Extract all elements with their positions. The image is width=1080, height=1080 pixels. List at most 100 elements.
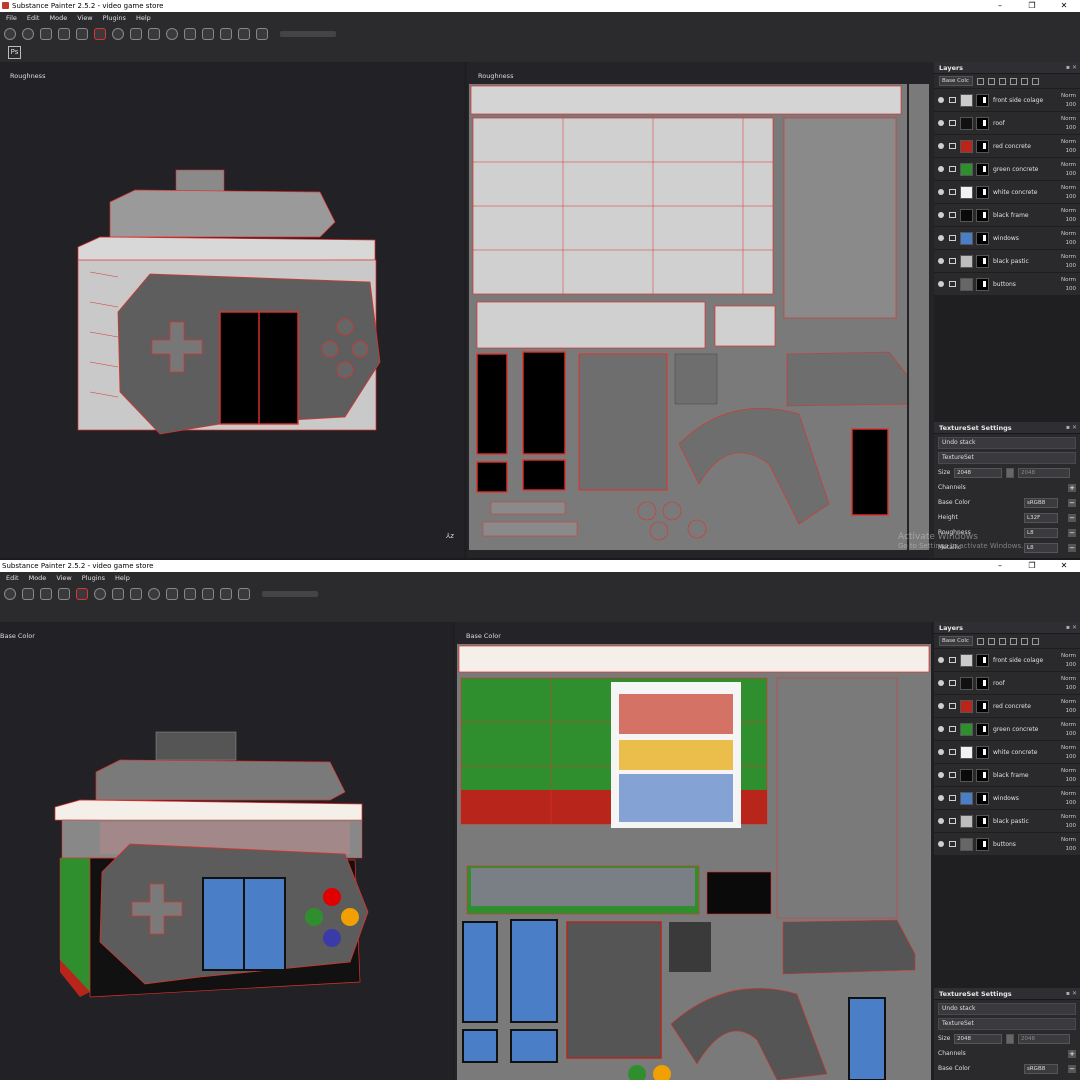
channel-format-select[interactable]: L8 (1024, 527, 1058, 538)
layer-mask-thumbnail[interactable] (976, 231, 989, 245)
layer-mask-thumbnail[interactable] (976, 653, 989, 667)
layer-blend-opacity[interactable]: Norm 100 (1061, 790, 1076, 808)
layer-blend-opacity[interactable]: Norm 100 (1061, 138, 1076, 156)
cube-icon[interactable] (238, 28, 250, 40)
layer-mask-thumbnail[interactable] (976, 116, 989, 130)
layer-row[interactable]: green concrete Norm 100 (934, 157, 1080, 180)
visibility-eye-icon[interactable] (938, 120, 944, 126)
viewport-2d[interactable]: Roughness (467, 62, 934, 558)
visibility-eye-icon[interactable] (938, 703, 944, 709)
smudge-icon[interactable] (112, 28, 124, 40)
add-mask-icon[interactable] (999, 77, 1006, 85)
remove-channel-icon[interactable]: − (1068, 513, 1076, 522)
visibility-eye-icon[interactable] (938, 258, 944, 264)
layer-mask-thumbnail[interactable] (976, 722, 989, 736)
mirror-icon[interactable] (166, 588, 178, 600)
layer-blend-opacity[interactable]: Norm 100 (1061, 744, 1076, 762)
visibility-eye-icon[interactable] (938, 97, 944, 103)
picker-icon[interactable] (148, 28, 160, 40)
add-folder-icon[interactable] (1021, 77, 1028, 85)
layer-mask-thumbnail[interactable] (976, 745, 989, 759)
add-mask-icon[interactable] (999, 637, 1006, 645)
layer-mask-thumbnail[interactable] (976, 814, 989, 828)
layer-row[interactable]: front side colage Norm 100 (934, 88, 1080, 111)
brush-size-slider[interactable] (280, 31, 336, 37)
layer-blend-opacity[interactable]: Norm 100 (1061, 207, 1076, 225)
layer-mask-thumbnail[interactable] (976, 837, 989, 851)
viewport-2d[interactable]: Base Color (455, 622, 931, 1080)
symmetry-icon[interactable] (148, 588, 160, 600)
visibility-eye-icon[interactable] (938, 166, 944, 172)
photoshop-export-button[interactable]: Ps (8, 46, 21, 59)
layer-row[interactable]: front side colage Norm 100 (934, 648, 1080, 671)
remove-channel-icon[interactable]: − (1068, 498, 1076, 507)
visibility-eye-icon[interactable] (938, 772, 944, 778)
layer-mask-thumbnail[interactable] (976, 768, 989, 782)
layer-blend-opacity[interactable]: Norm 100 (1061, 698, 1076, 716)
smudge-icon[interactable] (94, 588, 106, 600)
visibility-eye-icon[interactable] (938, 726, 944, 732)
layer-row[interactable]: black pastic Norm 100 (934, 249, 1080, 272)
add-fill-layer-icon[interactable] (977, 637, 984, 645)
add-effect-icon[interactable] (1010, 637, 1017, 645)
blend-mode-select[interactable]: Base Colc (939, 636, 973, 646)
channel-format-select[interactable]: sRGB8 (1024, 497, 1058, 508)
layer-blend-opacity[interactable]: Norm 100 (1061, 253, 1076, 271)
visibility-eye-icon[interactable] (938, 818, 944, 824)
add-fill-layer-icon[interactable] (977, 77, 984, 85)
menu-help[interactable]: Help (111, 574, 136, 582)
visibility-eye-icon[interactable] (938, 841, 944, 847)
undo-stack-button[interactable]: Undo stack (938, 436, 1076, 449)
settings-icon[interactable] (4, 588, 16, 600)
display-icon[interactable] (220, 28, 232, 40)
add-effect-icon[interactable] (1010, 77, 1017, 85)
layer-mask-thumbnail[interactable] (976, 185, 989, 199)
mirror-icon[interactable] (184, 28, 196, 40)
polygon-fill-icon[interactable] (94, 28, 106, 40)
layer-mask-thumbnail[interactable] (976, 208, 989, 222)
visibility-eye-icon[interactable] (938, 795, 944, 801)
layer-mask-thumbnail[interactable] (976, 162, 989, 176)
add-layer-icon[interactable] (988, 637, 995, 645)
brush-icon[interactable] (22, 588, 34, 600)
channel-format-select[interactable]: L32F (1024, 512, 1058, 523)
layer-mask-thumbnail[interactable] (976, 277, 989, 291)
screenshot-icon[interactable] (238, 588, 250, 600)
close-icon[interactable]: ✕ (1048, 560, 1080, 572)
brush-icon[interactable] (40, 28, 52, 40)
remove-channel-icon[interactable]: − (1068, 1064, 1076, 1073)
link-size-icon[interactable] (1006, 1033, 1014, 1044)
symmetry-icon[interactable] (166, 28, 178, 40)
layer-row[interactable]: white concrete Norm 100 (934, 180, 1080, 203)
layer-blend-opacity[interactable]: Norm 100 (1061, 161, 1076, 179)
screenshot-icon[interactable] (256, 28, 268, 40)
maximize-icon[interactable]: ❐ (1016, 560, 1048, 572)
layer-row[interactable]: black pastic Norm 100 (934, 809, 1080, 832)
layer-mask-thumbnail[interactable] (976, 93, 989, 107)
cube-icon[interactable] (220, 588, 232, 600)
layer-row[interactable]: roof Norm 100 (934, 671, 1080, 694)
layer-blend-opacity[interactable]: Norm 100 (1061, 652, 1076, 670)
bake-icon[interactable] (4, 28, 16, 40)
add-channel-icon[interactable]: + (1068, 1049, 1076, 1058)
layer-blend-opacity[interactable]: Norm 100 (1061, 767, 1076, 785)
eraser-icon[interactable] (58, 28, 70, 40)
menu-help[interactable]: Help (132, 14, 157, 22)
channel-format-select[interactable]: sRGB8 (1024, 1063, 1058, 1074)
remove-channel-icon[interactable]: − (1068, 528, 1076, 537)
layer-row[interactable]: windows Norm 100 (934, 786, 1080, 809)
menu-mode[interactable]: Mode (45, 14, 73, 22)
size-select[interactable]: 2048 (954, 1033, 1002, 1044)
layer-row[interactable]: buttons Norm 100 (934, 272, 1080, 295)
textureset-button[interactable]: TextureSet (938, 1017, 1076, 1030)
layer-mask-thumbnail[interactable] (976, 676, 989, 690)
menu-view[interactable]: View (73, 14, 98, 22)
remove-channel-icon[interactable]: − (1068, 543, 1076, 552)
display-icon[interactable] (202, 588, 214, 600)
layer-mask-thumbnail[interactable] (976, 791, 989, 805)
layer-blend-opacity[interactable]: Norm 100 (1061, 813, 1076, 831)
menu-mode[interactable]: Mode (25, 574, 53, 582)
layer-row[interactable]: red concrete Norm 100 (934, 694, 1080, 717)
visibility-eye-icon[interactable] (938, 235, 944, 241)
menu-plugins[interactable]: Plugins (78, 574, 111, 582)
